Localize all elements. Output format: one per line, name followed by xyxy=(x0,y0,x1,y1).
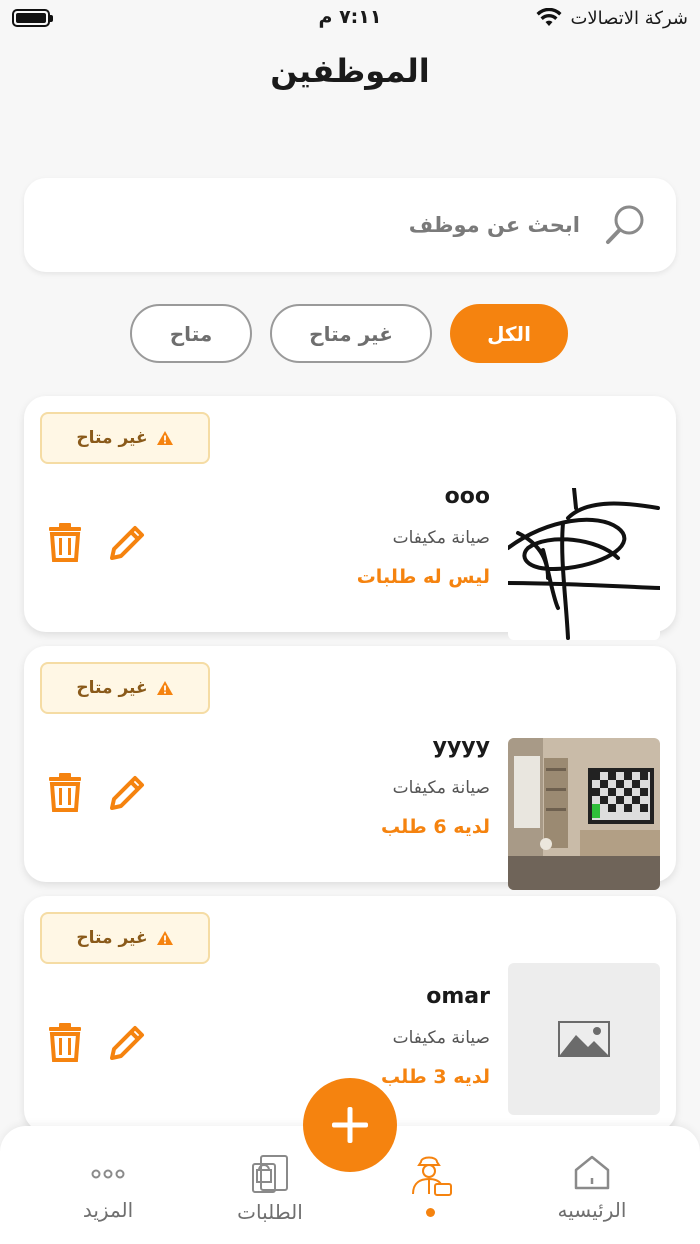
edit-icon[interactable] xyxy=(108,772,146,812)
more-icon xyxy=(91,1169,125,1179)
employee-photo xyxy=(508,488,660,640)
employee-role: صيانة مكيفات xyxy=(392,1028,490,1048)
nav-orders[interactable]: الطلبات xyxy=(200,1154,340,1224)
employee-card[interactable]: غير متاح yyyy صيانة مكيفات لديه 6 طلب xyxy=(24,646,676,890)
employee-name: yyyy xyxy=(432,734,490,759)
add-employee-button[interactable] xyxy=(303,1078,397,1172)
filter-chip-all[interactable]: الكل xyxy=(450,304,568,363)
image-placeholder-icon xyxy=(558,1021,610,1057)
signature-scribble-image xyxy=(508,488,660,640)
warning-icon xyxy=(156,931,173,945)
battery-icon xyxy=(12,9,53,27)
status-bar: ٧:١١ م شركة الاتصالات xyxy=(0,0,700,36)
plus-icon xyxy=(332,1107,368,1143)
employee-orders: ليس له طلبات xyxy=(356,566,490,588)
edit-icon[interactable] xyxy=(108,522,146,562)
search-bar[interactable] xyxy=(24,178,676,272)
nav-home[interactable]: الرئيسيه xyxy=(522,1154,662,1222)
filter-chip-available[interactable]: متاح xyxy=(130,304,252,363)
warning-icon xyxy=(156,681,173,695)
employee-role: صيانة مكيفات xyxy=(392,528,490,548)
employee-photo xyxy=(508,963,660,1115)
delete-icon[interactable] xyxy=(46,1022,84,1062)
status-badge-label: غير متاح xyxy=(76,678,148,698)
page-title: الموظفين xyxy=(270,52,430,90)
nav-active-dot xyxy=(425,1208,435,1217)
nav-employees[interactable] xyxy=(360,1154,500,1217)
employee-name: omar xyxy=(426,984,490,1009)
employee-orders: لديه 6 طلب xyxy=(380,816,490,838)
warning-icon xyxy=(156,431,173,445)
home-icon xyxy=(574,1155,610,1190)
status-time: ٧:١١ م xyxy=(318,6,382,28)
status-badge: غير متاح xyxy=(40,912,210,964)
status-badge-label: غير متاح xyxy=(76,428,148,448)
filter-chips: الكل غير متاح متاح xyxy=(0,304,700,363)
delete-icon[interactable] xyxy=(46,772,84,812)
status-badge: غير متاح xyxy=(40,662,210,714)
carrier-name: شركة الاتصالات xyxy=(570,7,688,29)
edit-icon[interactable] xyxy=(108,1022,146,1062)
employee-name: ooo xyxy=(444,484,490,509)
employee-photo xyxy=(508,738,660,890)
status-badge-label: غير متاح xyxy=(76,928,148,948)
card-actions xyxy=(46,1022,146,1062)
search-input[interactable] xyxy=(50,213,580,237)
search-icon[interactable] xyxy=(602,201,650,249)
employee-icon xyxy=(412,1156,452,1196)
card-actions xyxy=(46,772,146,812)
carrier-info: شركة الاتصالات xyxy=(536,8,688,29)
nav-more-label: المزيد xyxy=(82,1198,134,1222)
orders-icon xyxy=(252,1155,288,1193)
employee-card[interactable]: غير متاح ooo صيانة مكيفات ليس له طلبات xyxy=(24,396,676,640)
delete-icon[interactable] xyxy=(46,522,84,562)
wifi-icon xyxy=(536,8,562,26)
nav-home-label: الرئيسيه xyxy=(557,1198,627,1222)
filter-chip-unavailable[interactable]: غير متاح xyxy=(270,304,432,363)
nav-orders-label: الطلبات xyxy=(237,1200,303,1224)
card-actions xyxy=(46,522,146,562)
status-badge: غير متاح xyxy=(40,412,210,464)
employee-orders: لديه 3 طلب xyxy=(380,1066,490,1088)
room-photo-image xyxy=(508,738,660,890)
nav-more[interactable]: المزيد xyxy=(38,1154,178,1222)
employee-role: صيانة مكيفات xyxy=(392,778,490,798)
